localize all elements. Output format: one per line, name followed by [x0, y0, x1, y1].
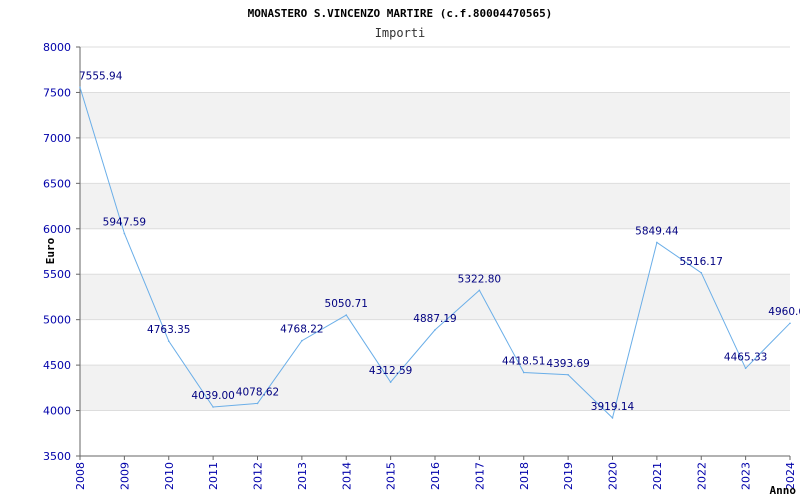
x-tick-label: 2009 [118, 462, 131, 490]
x-tick-label: 2013 [296, 462, 309, 490]
x-tick-label: 2015 [385, 462, 398, 490]
grid-bands [80, 92, 790, 411]
y-tick-label: 6500 [43, 177, 71, 190]
x-tick-label: 2008 [74, 462, 87, 490]
data-point [744, 367, 747, 370]
data-point [345, 314, 348, 316]
data-label: 4418.51 [502, 356, 545, 368]
y-tick-label: 5000 [43, 314, 71, 327]
data-label: 3919.14 [591, 401, 635, 413]
data-label: 4768.22 [280, 324, 323, 336]
data-point [123, 232, 126, 235]
y-axis-label: Euro [44, 237, 57, 264]
data-label: 5322.80 [458, 273, 501, 285]
x-tick-label: 2017 [473, 462, 486, 490]
data-point [212, 406, 214, 408]
x-tick-label: 2016 [429, 462, 442, 490]
data-label: 4039.00 [191, 390, 234, 402]
data-point [301, 339, 303, 342]
x-axis-ticks: 2008 2009 2010 2011 2012 2013 2014 2015 2016 2017… [74, 456, 797, 490]
data-point [256, 402, 259, 405]
data-label: 7555.94 [79, 70, 123, 82]
grid-band [80, 183, 790, 229]
data-label: 4887.19 [413, 313, 456, 325]
data-label: 5050.71 [325, 298, 368, 310]
y-tick-label: 4500 [43, 359, 71, 372]
line-chart: MONASTERO S.VINCENZO MARTIRE (c.f.800044… [43, 7, 800, 497]
data-point [656, 241, 658, 244]
data-point [567, 373, 569, 376]
y-tick-label: 5500 [43, 268, 71, 281]
data-point [434, 329, 436, 331]
data-point [79, 86, 81, 89]
x-tick-label: 2014 [340, 462, 353, 490]
chart-subtitle: Importi [375, 26, 426, 40]
data-label: 4393.69 [546, 358, 589, 370]
data-point [522, 371, 525, 374]
data-label: 4763.35 [147, 324, 190, 336]
x-tick-label: 2019 [562, 462, 575, 490]
x-tick-label: 2011 [207, 462, 220, 490]
x-tick-label: 2012 [252, 462, 265, 490]
data-point [389, 381, 392, 383]
data-point [789, 322, 791, 325]
chart-title: MONASTERO S.VINCENZO MARTIRE (c.f.800044… [248, 7, 553, 20]
x-tick-label: 2020 [607, 462, 620, 490]
y-tick-label: 3500 [43, 450, 71, 463]
data-point [700, 271, 703, 274]
data-point [167, 340, 170, 342]
data-label: 5516.17 [680, 256, 723, 268]
data-label: 4312.59 [369, 365, 412, 377]
y-tick-label: 6000 [43, 223, 71, 236]
x-tick-label: 2021 [651, 462, 664, 490]
y-tick-label: 7000 [43, 132, 71, 145]
x-tick-label: 2010 [163, 462, 176, 490]
x-tick-label: 2022 [695, 462, 708, 490]
x-tick-label: 2018 [518, 462, 531, 490]
x-axis-label: Anno [770, 484, 797, 497]
y-tick-label: 4000 [43, 405, 71, 418]
data-label: 4078.62 [236, 386, 279, 398]
y-tick-label: 8000 [43, 41, 71, 54]
grid-band [80, 92, 790, 138]
grid-band [80, 365, 790, 411]
y-tick-label: 7500 [43, 86, 71, 99]
data-label: 4960.60 [768, 306, 800, 318]
data-label: 5849.44 [635, 225, 679, 237]
data-point [611, 417, 614, 419]
data-label: 4465.33 [724, 351, 767, 363]
data-point [478, 289, 481, 292]
data-label: 5947.59 [103, 217, 146, 229]
x-tick-label: 2023 [740, 462, 753, 490]
